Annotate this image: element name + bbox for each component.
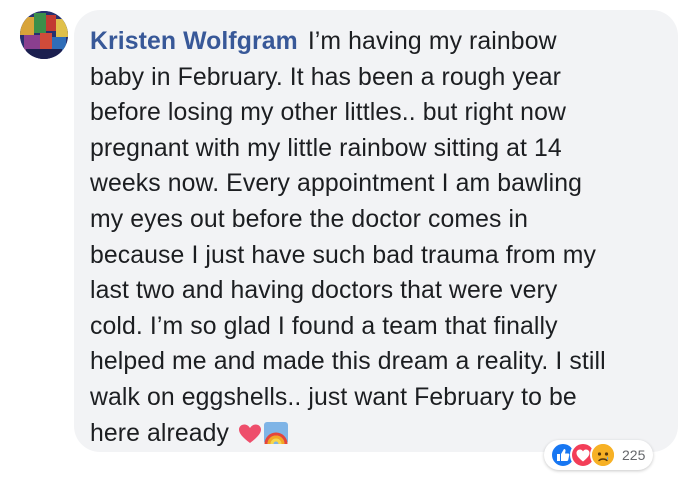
sad-icon [590, 442, 616, 468]
rainbow-emoji [264, 419, 289, 455]
reaction-count: 225 [622, 447, 646, 463]
comment: Kristen Wolfgram I’m having my rainbow b… [0, 0, 700, 478]
comment-text: Kristen Wolfgram I’m having my rainbow b… [90, 24, 662, 454]
comment-body: I’m having my rainbow baby in February. … [90, 28, 606, 447]
reactions-summary[interactable]: 225 [544, 440, 654, 470]
heart-emoji [238, 419, 262, 455]
comment-bubble: Kristen Wolfgram I’m having my rainbow b… [74, 10, 678, 452]
profile-avatar[interactable] [20, 11, 68, 59]
comment-author[interactable]: Kristen Wolfgram [90, 28, 298, 55]
